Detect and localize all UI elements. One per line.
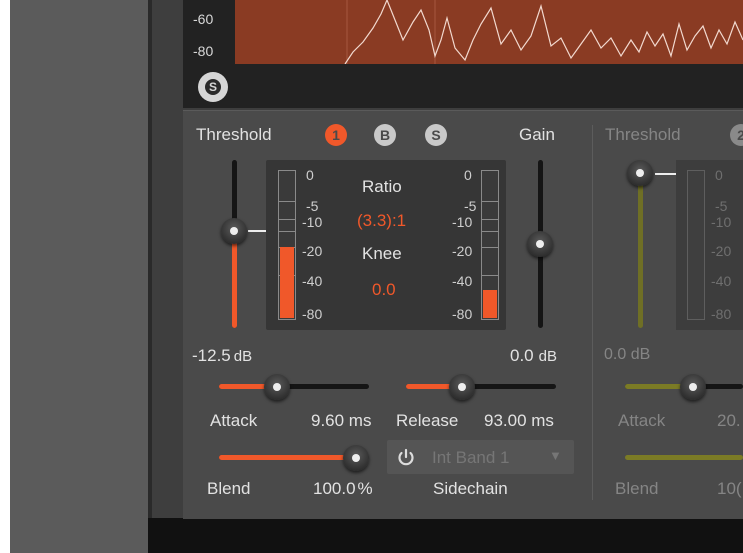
- gain-number: 0.0: [510, 346, 534, 365]
- meter-tick: -10: [452, 214, 473, 230]
- release-label: Release: [396, 411, 459, 430]
- solo-badge[interactable]: S: [425, 124, 447, 146]
- spectrum-display: [235, 0, 743, 64]
- threshold-slider-fill: [232, 232, 237, 328]
- meter-tick: -5: [715, 198, 728, 214]
- meter-tick: 0: [715, 167, 723, 183]
- gain-slider-knob[interactable]: [527, 231, 553, 257]
- window-edge: [0, 0, 10, 553]
- band2-blend-label: Blend: [615, 479, 659, 498]
- solo-spectrum-icon[interactable]: S: [198, 72, 228, 102]
- band2-blend-value[interactable]: 10(: [717, 479, 742, 499]
- ratio-label: Ratio: [362, 177, 402, 196]
- gain-label: Gain: [519, 125, 555, 144]
- meter-tick: -20: [452, 243, 473, 259]
- gain-value[interactable]: 0.0 dB: [510, 346, 557, 366]
- meter-tick: -5: [306, 198, 319, 214]
- meter-tick: -80: [302, 306, 323, 322]
- blend-slider-fill: [219, 455, 357, 460]
- meter-tick: 0: [464, 167, 472, 183]
- blend-slider-knob[interactable]: [343, 445, 369, 471]
- meter-tick: -5: [464, 198, 477, 214]
- threshold-value[interactable]: -12.5 dB: [192, 346, 252, 366]
- band2-blend-slider-fill[interactable]: [625, 455, 743, 460]
- meter-tick: -40: [302, 273, 323, 289]
- gain-unit: dB: [538, 348, 557, 365]
- meter-tick: -10: [711, 214, 732, 230]
- sidechain-select[interactable]: Int Band 1 ▼: [387, 440, 574, 474]
- band2-threshold-value[interactable]: 0.0 dB: [604, 346, 650, 364]
- blend-number: 100.0: [313, 479, 356, 498]
- meter-tick: 0: [306, 167, 314, 183]
- db-label-60: -60: [193, 11, 214, 27]
- sidechain-label: Sidechain: [433, 479, 508, 498]
- band2-input-level-meter: [687, 170, 705, 320]
- band2-threshold-slider-knob[interactable]: [627, 160, 653, 186]
- meter-tick: -10: [302, 214, 323, 230]
- sidechain-value: Int Band 1: [432, 448, 510, 467]
- blend-label: Blend: [207, 479, 251, 498]
- solo-icon-glyph: S: [205, 79, 221, 95]
- band2-attack-label: Attack: [618, 411, 666, 430]
- bypass-badge[interactable]: B: [374, 124, 396, 146]
- band-number-badge[interactable]: 1: [325, 124, 347, 146]
- band-divider: [592, 125, 593, 500]
- db-label-80: -80: [193, 43, 214, 59]
- band2-threshold-label: Threshold: [605, 125, 681, 144]
- meter-tick: -20: [711, 243, 732, 259]
- knee-value[interactable]: 0.0: [372, 280, 396, 300]
- threshold-slider-knob[interactable]: [221, 218, 247, 244]
- release-value[interactable]: 93.00 ms: [484, 411, 554, 431]
- chevron-down-icon: ▼: [549, 448, 562, 463]
- meter-tick: -40: [452, 273, 473, 289]
- meter-tick: -80: [452, 306, 473, 322]
- threshold-unit: dB: [233, 348, 253, 365]
- release-slider-knob[interactable]: [449, 374, 475, 400]
- ratio-value[interactable]: (3.3):1: [357, 211, 406, 231]
- side-panel: [10, 0, 150, 553]
- blend-unit: %: [357, 479, 373, 498]
- power-icon[interactable]: [396, 447, 416, 467]
- input-level-meter: [278, 170, 296, 320]
- meter-tick: -80: [711, 306, 732, 322]
- spectrum-waveform: [344, 0, 743, 64]
- attack-slider-knob[interactable]: [264, 374, 290, 400]
- knee-label: Knee: [362, 244, 402, 263]
- meter-tick: -20: [302, 243, 323, 259]
- output-level-meter: [481, 170, 499, 320]
- meter-tick: -40: [711, 273, 732, 289]
- attack-label: Attack: [210, 411, 258, 430]
- band2-attack-slider-knob[interactable]: [680, 374, 706, 400]
- band2-attack-value[interactable]: 20.: [717, 411, 741, 431]
- threshold-number: -12.5: [192, 346, 231, 365]
- threshold-label: Threshold: [196, 125, 272, 144]
- attack-value[interactable]: 9.60 ms: [311, 411, 371, 431]
- blend-value[interactable]: 100.0%: [313, 479, 373, 499]
- bottom-bar: [148, 518, 743, 553]
